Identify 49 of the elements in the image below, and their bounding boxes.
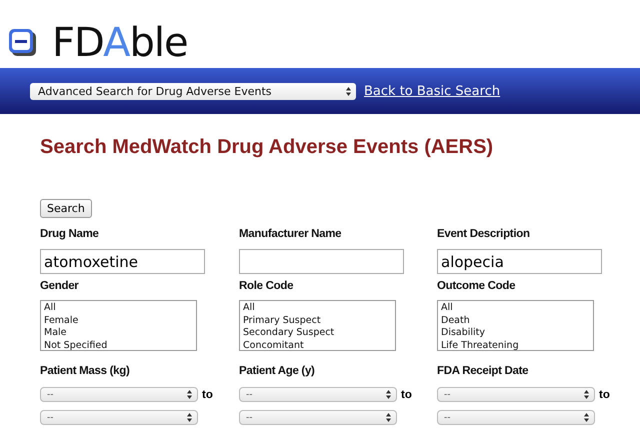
list-option[interactable]: Life Threatening	[441, 340, 590, 350]
field-label: Manufacturer Name	[239, 228, 342, 242]
search-button[interactable]: Search	[40, 199, 92, 218]
from-select[interactable]: --	[437, 387, 595, 402]
list-option[interactable]: Male	[44, 327, 193, 340]
dropdown-arrows-icon	[584, 413, 589, 422]
list-option[interactable]: Death	[441, 314, 590, 328]
field-label: FDA Receipt Date	[437, 365, 530, 379]
dropdown-arrows-icon	[386, 390, 391, 399]
back-link[interactable]: Back to Basic Search	[364, 84, 500, 98]
logo-icon	[8, 28, 38, 58]
field-label: Drug Name	[40, 228, 100, 242]
list-option[interactable]: Concomitant	[243, 340, 392, 350]
field-label: Gender	[40, 280, 80, 294]
page-title: Search MedWatch Drug Adverse Events (AERS)	[40, 136, 494, 159]
dropdown-arrows-icon	[346, 86, 351, 96]
search-type-select[interactable]: Advanced Search for Drug Adverse Events	[30, 82, 356, 100]
list-option[interactable]: Secondary Suspect	[243, 327, 392, 340]
field-label: Patient Mass (kg)	[40, 365, 130, 379]
field-label: Patient Age (y)	[239, 365, 316, 379]
to-select[interactable]: --	[40, 410, 198, 425]
to-select[interactable]: --	[239, 410, 397, 425]
to-label: to	[599, 388, 610, 400]
field-label: Event Description	[437, 228, 531, 242]
list-option[interactable]: All	[44, 302, 193, 315]
list-option[interactable]: All	[243, 302, 392, 315]
logo-text: FDAble	[52, 23, 188, 63]
dropdown-arrows-icon	[187, 390, 192, 399]
dropdown-arrows-icon	[386, 413, 391, 422]
dropdown-arrows-icon	[584, 390, 589, 399]
to-select[interactable]: --	[437, 410, 595, 425]
list-option[interactable]: Not Specified	[44, 340, 193, 350]
list-option[interactable]: All	[441, 302, 590, 315]
list-option[interactable]: Disability	[441, 327, 590, 340]
list-box[interactable]: All Female Male Not Specified	[40, 300, 197, 351]
from-select[interactable]: --	[239, 387, 397, 402]
text-field[interactable]: alopecia	[437, 249, 602, 274]
list-option[interactable]: Female	[44, 314, 193, 328]
to-label: to	[401, 388, 412, 400]
list-box[interactable]: All Primary Suspect Secondary Suspect Concomitant	[239, 300, 396, 351]
list-option[interactable]: Primary Suspect	[243, 314, 392, 328]
list-box[interactable]: All Death Disability Life Threatening	[437, 300, 594, 351]
field-label: Role Code	[239, 280, 294, 294]
text-field[interactable]	[239, 249, 404, 274]
dropdown-arrows-icon	[187, 413, 192, 422]
field-label: Outcome Code	[437, 280, 516, 294]
text-field[interactable]: atomoxetine	[40, 249, 205, 274]
to-label: to	[202, 388, 213, 400]
from-select[interactable]: --	[40, 387, 198, 402]
